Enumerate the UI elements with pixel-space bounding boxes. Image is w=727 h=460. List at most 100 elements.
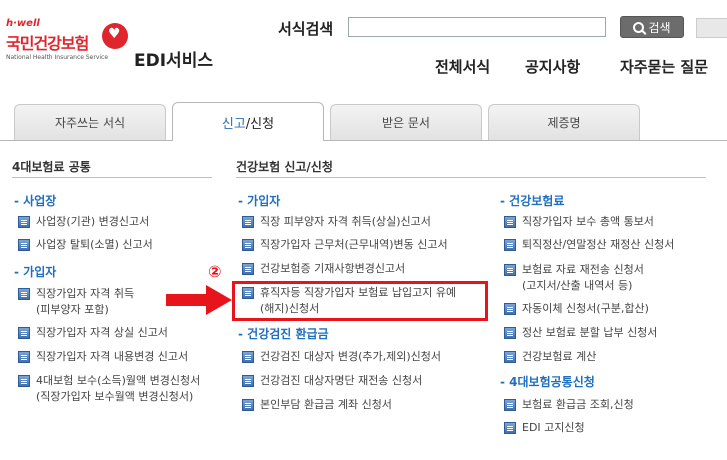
- section-title-checkup-refund: - 건강검진 환급금: [238, 327, 329, 341]
- list-item-continuation[interactable]: (고지서/산출 내역서 등): [522, 278, 632, 294]
- list-item[interactable]: 퇴직정산/연말정산 재정산 신청서: [504, 237, 674, 253]
- search-button-label: 검색: [648, 20, 671, 35]
- list-item-continuation[interactable]: (피부양자 포함): [36, 302, 109, 318]
- list-item[interactable]: 건강검진 대상자 변경(추가,제외)신청서: [242, 349, 441, 365]
- list-item[interactable]: 자동이체 신청서(구분,합산): [504, 301, 649, 317]
- section-title-workplace: - 사업장: [14, 194, 57, 208]
- document-icon: [504, 351, 516, 363]
- list-item[interactable]: 직장가입자 자격 취득: [18, 286, 134, 302]
- document-icon: [242, 351, 254, 363]
- document-icon: [504, 264, 516, 276]
- logo-name-en: National Health Insurance Service: [6, 54, 109, 61]
- document-icon: [18, 375, 30, 387]
- tab-report-apply[interactable]: 신고/신청: [172, 102, 324, 141]
- item-label: 직장 피부양자 자격 취득(상실)신고서: [260, 215, 431, 228]
- arrow-right-icon: [166, 285, 232, 315]
- item-label: 4대보험 보수(소득)월액 변경신청서: [36, 374, 201, 387]
- service-title: EDI서비스: [134, 51, 213, 71]
- list-item[interactable]: 4대보험 보수(소득)월액 변경신청서: [18, 373, 200, 389]
- item-label: 건강검진 대상자명단 재전송 신청서: [260, 374, 423, 387]
- list-item[interactable]: 사업장 탈퇴(소멸) 신고서: [18, 237, 153, 253]
- item-label: 건강보험료 계산: [522, 350, 597, 363]
- column-heading-health: 건강보험 신고/신청: [236, 160, 333, 174]
- highlight-box: [232, 281, 488, 321]
- list-item-continuation[interactable]: (직장가입자 보수월액 변경신청서): [36, 389, 193, 405]
- step-marker: ②: [208, 262, 222, 281]
- item-label: 직장가입자 자격 내용변경 신고서: [36, 350, 189, 363]
- item-label: 퇴직정산/연말정산 재정산 신청서: [522, 238, 675, 251]
- item-label: EDI 고지신청: [522, 421, 585, 434]
- search-label: 서식검색: [278, 20, 334, 38]
- nav-notices[interactable]: 공지사항: [525, 56, 580, 77]
- list-item[interactable]: 건강검진 대상자명단 재전송 신청서: [242, 373, 422, 389]
- item-label: 사업장(기관) 변경신고서: [36, 215, 150, 228]
- document-icon: [242, 375, 254, 387]
- list-item[interactable]: 정산 보험료 분할 납부 신청서: [504, 325, 657, 341]
- item-label: 정산 보험료 분할 납부 신청서: [522, 326, 658, 339]
- item-label: 건강검진 대상자 변경(추가,제외)신청서: [260, 350, 441, 363]
- list-item[interactable]: 직장가입자 자격 내용변경 신고서: [18, 349, 188, 365]
- section-title-subscriber: - 가입자: [238, 194, 281, 208]
- section-title-health-premium: - 건강보험료: [500, 194, 565, 208]
- document-icon: [18, 288, 30, 300]
- list-item[interactable]: 직장가입자 근무처(근무내역)변동 신고서: [242, 237, 448, 253]
- list-item[interactable]: 보험료 환급금 조회,신청: [504, 397, 634, 413]
- document-icon: [18, 351, 30, 363]
- item-label: 직장가입자 자격 취득: [36, 287, 135, 300]
- list-item[interactable]: 직장 피부양자 자격 취득(상실)신고서: [242, 214, 431, 230]
- document-icon: [242, 216, 254, 228]
- item-label: 직장가입자 보수 총액 통보서: [522, 215, 654, 228]
- item-label: 자동이체 신청서(구분,합산): [522, 302, 649, 315]
- item-label: 사업장 탈퇴(소멸) 신고서: [36, 238, 153, 251]
- list-item[interactable]: 보험료 자료 재전송 신청서: [504, 262, 644, 278]
- list-item[interactable]: 사업장(기관) 변경신고서: [18, 214, 149, 230]
- document-icon: [504, 327, 516, 339]
- item-label: 본인부담 환급금 계좌 신청서: [260, 398, 392, 411]
- list-item[interactable]: 건강보험료 계산: [504, 349, 596, 365]
- logo-tagline: h·well: [6, 18, 40, 29]
- section-title-subscriber: - 가입자: [14, 265, 57, 279]
- document-icon: [242, 239, 254, 251]
- section-title-common-request: - 4대보험공통신청: [500, 375, 595, 389]
- column-heading-common: 4대보험료 공통: [12, 160, 91, 174]
- document-icon: [504, 216, 516, 228]
- document-icon: [18, 216, 30, 228]
- document-icon: [18, 239, 30, 251]
- item-label: 건강보험증 기재사항변경신고서: [260, 262, 406, 275]
- document-icon: [504, 239, 516, 251]
- item-label: 보험료 자료 재전송 신청서: [522, 263, 644, 276]
- search-input[interactable]: [348, 17, 606, 37]
- document-icon: [504, 303, 516, 315]
- list-item[interactable]: 직장가입자 자격 상실 신고서: [18, 325, 168, 341]
- list-item[interactable]: 건강보험증 기재사항변경신고서: [242, 261, 405, 277]
- heart-logo-icon: [102, 23, 128, 49]
- item-label: 직장가입자 자격 상실 신고서: [36, 326, 168, 339]
- tab-report-apply-label-1: 신고: [221, 116, 246, 132]
- logo-name: 국민건강보험: [6, 34, 89, 53]
- item-label: (직장가입자 보수월액 변경신청서): [36, 390, 194, 403]
- search-button[interactable]: 검색: [620, 16, 684, 38]
- tab-certificates[interactable]: 제증명: [488, 104, 640, 140]
- header-side-panel: [696, 18, 727, 38]
- item-label: 보험료 환급금 조회,신청: [522, 398, 634, 411]
- search-icon: [633, 21, 645, 33]
- tab-received-docs[interactable]: 받은 문서: [330, 104, 482, 140]
- list-item[interactable]: 직장가입자 보수 총액 통보서: [504, 214, 654, 230]
- nhis-logo[interactable]: h·well 국민건강보험 National Health Insurance …: [6, 18, 128, 80]
- document-icon: [242, 399, 254, 411]
- divider: [236, 177, 706, 178]
- tab-frequent-forms[interactable]: 자주쓰는 서식: [14, 104, 166, 140]
- document-icon: [18, 327, 30, 339]
- item-label: (고지서/산출 내역서 등): [522, 279, 633, 292]
- item-label: (피부양자 포함): [36, 303, 109, 316]
- divider: [12, 177, 212, 178]
- nav-faq[interactable]: 자주묻는 질문: [620, 56, 708, 77]
- list-item[interactable]: EDI 고지신청: [504, 420, 585, 436]
- list-item[interactable]: 본인부담 환급금 계좌 신청서: [242, 397, 392, 413]
- nav-all-forms[interactable]: 전체서식: [435, 56, 490, 77]
- tab-report-apply-label-2: /신청: [245, 116, 275, 132]
- document-icon: [242, 263, 254, 275]
- document-icon: [504, 399, 516, 411]
- item-label: 직장가입자 근무처(근무내역)변동 신고서: [260, 238, 448, 251]
- document-icon: [504, 422, 516, 434]
